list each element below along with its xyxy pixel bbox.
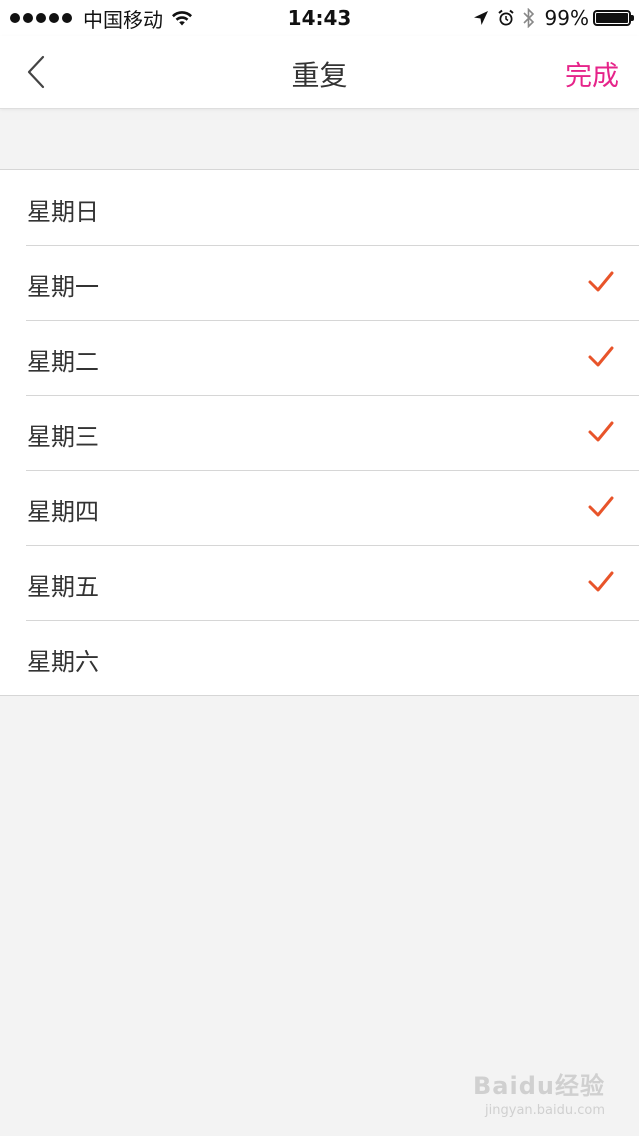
alarm-icon xyxy=(497,9,515,27)
weekday-row[interactable]: 星期六 xyxy=(0,620,639,695)
checkmark-icon xyxy=(588,271,614,292)
battery-fill xyxy=(596,13,628,23)
watermark-logo-text: Baidu经验 xyxy=(473,1072,605,1100)
weekday-label: 星期五 xyxy=(27,573,99,601)
weekday-row[interactable]: 星期四 xyxy=(0,470,639,545)
battery-percent: 99% xyxy=(544,6,589,30)
weekday-row[interactable]: 星期二 xyxy=(0,320,639,395)
weekday-row[interactable]: 星期三 xyxy=(0,395,639,470)
checkmark-icon xyxy=(588,421,614,442)
status-right: 99% xyxy=(465,6,634,30)
page-title: 重复 xyxy=(291,59,348,92)
watermark-url: jingyan.baidu.com xyxy=(485,1103,605,1118)
weekday-row[interactable]: 星期日 xyxy=(0,170,639,245)
weekday-label: 星期日 xyxy=(27,198,99,226)
weekday-list: 星期日星期一星期二星期三星期四星期五星期六 xyxy=(0,169,639,696)
location-arrow-icon xyxy=(473,10,489,26)
checkmark-icon xyxy=(588,346,614,367)
weekday-label: 星期二 xyxy=(27,348,99,376)
watermark: Baidu经验 jingyan.baidu.com xyxy=(473,1066,605,1118)
checkmark-icon xyxy=(588,571,614,592)
weekday-label: 星期四 xyxy=(27,498,99,526)
navigation-bar: 重复 完成 xyxy=(0,36,639,109)
weekday-row[interactable]: 星期五 xyxy=(0,545,639,620)
weekday-label: 星期一 xyxy=(27,273,99,301)
battery-icon xyxy=(593,10,634,26)
checkmark-icon xyxy=(588,496,614,517)
weekday-label: 星期三 xyxy=(27,423,99,451)
status-bar: 中国移动 14:43 99% xyxy=(0,0,639,36)
done-button[interactable]: 完成 xyxy=(565,54,619,93)
weekday-label: 星期六 xyxy=(27,648,99,676)
weekday-row[interactable]: 星期一 xyxy=(0,245,639,320)
bluetooth-icon xyxy=(522,8,535,28)
